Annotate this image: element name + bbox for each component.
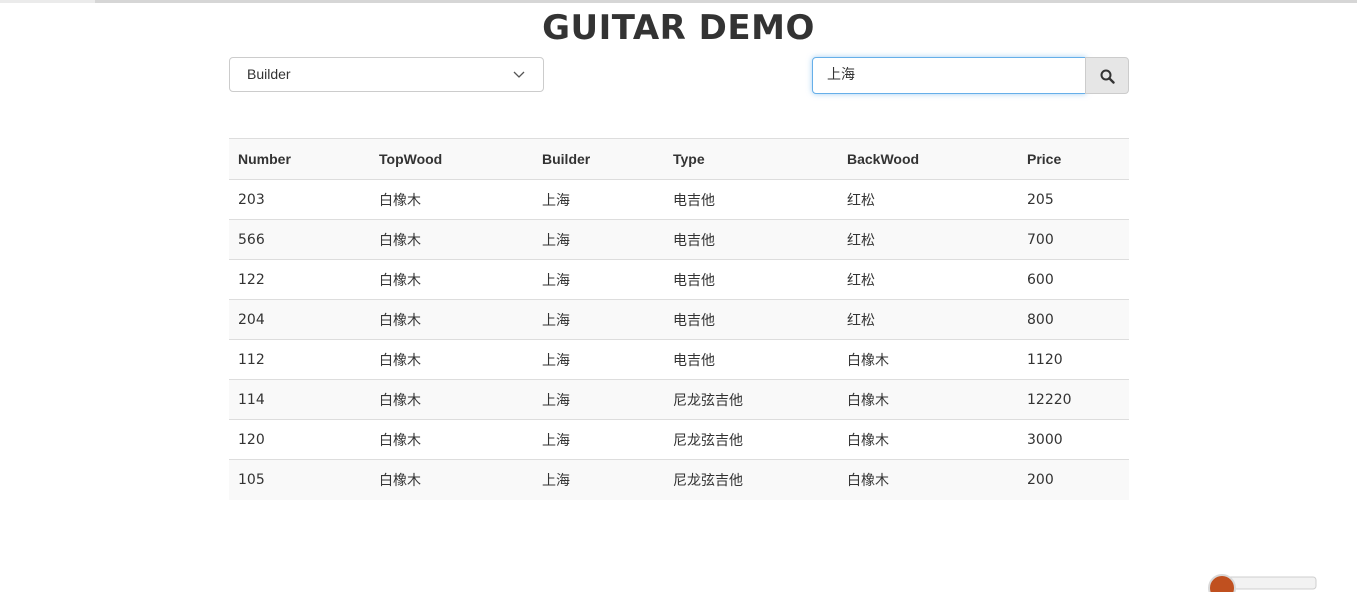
cell-price: 3000 (1018, 419, 1129, 460)
cell-type: 电吉他 (664, 259, 838, 300)
browser-tab-strip (0, 0, 95, 3)
cell-builder: 上海 (533, 179, 664, 220)
cell-price: 200 (1018, 459, 1129, 500)
cell-number: 204 (229, 299, 370, 340)
cell-number: 203 (229, 179, 370, 220)
column-header-type[interactable]: Type (664, 138, 838, 180)
cell-price: 1120 (1018, 339, 1129, 380)
search-field[interactable] (812, 57, 1086, 94)
cell-topwood: 白橡木 (370, 459, 533, 500)
cell-type: 电吉他 (664, 339, 838, 380)
cell-topwood: 白橡木 (370, 419, 533, 460)
cell-number: 120 (229, 419, 370, 460)
cell-topwood: 白橡木 (370, 299, 533, 340)
table-row: 204 白橡木 上海 电吉他 红松 800 (229, 299, 1129, 340)
cell-type: 尼龙弦吉他 (664, 419, 838, 460)
cell-topwood: 白橡木 (370, 379, 533, 420)
browser-top-strip (0, 0, 1357, 3)
cell-type: 尼龙弦吉他 (664, 459, 838, 500)
cell-type: 电吉他 (664, 179, 838, 220)
cell-price: 700 (1018, 219, 1129, 260)
filter-select[interactable]: Builder (229, 57, 544, 92)
cell-builder: 上海 (533, 219, 664, 260)
cell-number: 114 (229, 379, 370, 420)
table-row: 105 白橡木 上海 尼龙弦吉他 白橡木 200 (229, 459, 1129, 500)
cell-number: 112 (229, 339, 370, 380)
table-row: 114 白橡木 上海 尼龙弦吉他 白橡木 12220 (229, 379, 1129, 420)
cell-topwood: 白橡木 (370, 179, 533, 220)
filter-select-value: Builder (247, 66, 291, 82)
table-row: 122 白橡木 上海 电吉他 红松 600 (229, 259, 1129, 300)
cell-builder: 上海 (533, 459, 664, 500)
cell-number: 566 (229, 219, 370, 260)
page-title: GUITAR DEMO (542, 8, 815, 48)
cell-backwood: 白橡木 (838, 339, 1018, 380)
cell-topwood: 白橡木 (370, 219, 533, 260)
cell-backwood: 红松 (838, 219, 1018, 260)
cell-backwood: 红松 (838, 259, 1018, 300)
cell-price: 205 (1018, 179, 1129, 220)
cell-topwood: 白橡木 (370, 259, 533, 300)
guitar-table: Number TopWood Builder Type BackWood Pri… (229, 138, 1129, 500)
table-header-row: Number TopWood Builder Type BackWood Pri… (229, 138, 1129, 180)
cell-builder: 上海 (533, 379, 664, 420)
chevron-down-icon (513, 71, 525, 78)
column-header-backwood[interactable]: BackWood (838, 138, 1018, 180)
column-header-price[interactable]: Price (1018, 138, 1129, 180)
cell-builder: 上海 (533, 299, 664, 340)
table-row: 203 白橡木 上海 电吉他 红松 205 (229, 179, 1129, 220)
cell-backwood: 白橡木 (838, 459, 1018, 500)
cell-builder: 上海 (533, 259, 664, 300)
table-row: 566 白橡木 上海 电吉他 红松 700 (229, 219, 1129, 260)
column-header-builder[interactable]: Builder (533, 138, 664, 180)
floating-widget[interactable] (1200, 572, 1320, 592)
cell-price: 800 (1018, 299, 1129, 340)
cell-backwood: 红松 (838, 299, 1018, 340)
cell-backwood: 白橡木 (838, 379, 1018, 420)
search-icon (1100, 69, 1115, 84)
column-header-number[interactable]: Number (229, 138, 370, 180)
cell-price: 12220 (1018, 379, 1129, 420)
cell-price: 600 (1018, 259, 1129, 300)
cell-type: 尼龙弦吉他 (664, 379, 838, 420)
search-button[interactable] (1085, 57, 1129, 94)
cell-backwood: 白橡木 (838, 419, 1018, 460)
column-header-topwood[interactable]: TopWood (370, 138, 533, 180)
cell-number: 105 (229, 459, 370, 500)
cell-builder: 上海 (533, 339, 664, 380)
table-row: 112 白橡木 上海 电吉他 白橡木 1120 (229, 339, 1129, 380)
cell-builder: 上海 (533, 419, 664, 460)
cell-type: 电吉他 (664, 299, 838, 340)
cell-type: 电吉他 (664, 219, 838, 260)
search-input[interactable] (827, 66, 1067, 82)
cell-topwood: 白橡木 (370, 339, 533, 380)
cell-number: 122 (229, 259, 370, 300)
cell-backwood: 红松 (838, 179, 1018, 220)
table-row: 120 白橡木 上海 尼龙弦吉他 白橡木 3000 (229, 419, 1129, 460)
